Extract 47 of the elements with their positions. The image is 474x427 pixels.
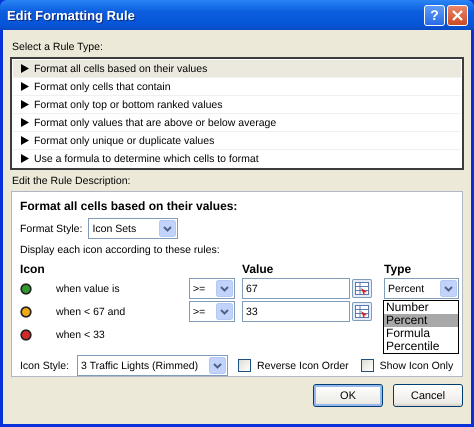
- close-button[interactable]: [447, 4, 468, 26]
- column-header: Type: [384, 261, 412, 276]
- condition-text: when < 33: [56, 328, 105, 340]
- checkbox-square[interactable]: [360, 359, 374, 372]
- value-field[interactable]: 33: [242, 301, 350, 322]
- range-picker-button[interactable]: [352, 279, 372, 298]
- column-header: Value: [242, 261, 274, 276]
- value-field[interactable]: 67: [242, 278, 350, 299]
- rule-type-item[interactable]: Format only unique or duplicate values: [13, 132, 461, 150]
- dropdown-option[interactable]: Percent: [384, 314, 458, 327]
- rule-type-item[interactable]: Format all cells based on their values: [13, 60, 461, 78]
- section-label: Edit the Rule Description:: [12, 175, 132, 187]
- panel-heading: Format all cells based on their values:: [20, 199, 238, 213]
- range-picker-button[interactable]: [352, 302, 372, 321]
- dialog-button[interactable]: OK: [313, 384, 383, 407]
- rule-type-item[interactable]: Format only top or bottom ranked values: [13, 96, 461, 114]
- field-label: Format Style:: [20, 222, 82, 234]
- chevron-icon[interactable]: [216, 303, 233, 320]
- instruction-text: Display each icon according to these rules:: [20, 244, 221, 256]
- dropdown-option[interactable]: Formula: [384, 327, 458, 340]
- chevron-icon[interactable]: [159, 220, 176, 237]
- checkbox-square[interactable]: [238, 359, 252, 372]
- rule-type-item[interactable]: Format only cells that contain: [13, 78, 461, 96]
- dropdown-option[interactable]: Number: [384, 301, 458, 314]
- icon-style-dropdown[interactable]: 3 Traffic Lights (Rimmed): [77, 355, 228, 376]
- column-header: Icon: [20, 261, 46, 276]
- range-picker-icon: [355, 282, 369, 295]
- dialog-button[interactable]: Cancel: [393, 384, 463, 407]
- rule-type-item[interactable]: Use a formula to determine which cells to format: [13, 150, 461, 167]
- condition-text: when value is: [56, 282, 120, 294]
- close-icon: [452, 10, 463, 20]
- window-title: Edit Formatting Rule: [7, 8, 136, 22]
- operator-dropdown[interactable]: >=: [189, 301, 235, 322]
- checkbox[interactable]: Show Icon Only: [360, 359, 454, 372]
- range-picker-icon: [355, 305, 369, 318]
- condition-text: when < 67 and: [56, 306, 126, 318]
- section-label: Select a Rule Type:: [12, 41, 104, 53]
- dropdown-option[interactable]: Percentile: [384, 340, 458, 353]
- rule-type-item[interactable]: Format only values that are above or below average: [13, 114, 461, 132]
- checkbox[interactable]: Reverse Icon Order: [238, 359, 349, 372]
- field-label: Icon Style:: [20, 360, 70, 372]
- type-dropdown[interactable]: Percent: [384, 278, 459, 299]
- chevron-icon[interactable]: [209, 357, 226, 374]
- chevron-icon[interactable]: [216, 280, 233, 297]
- chevron-icon[interactable]: [440, 280, 457, 297]
- format-style-dropdown[interactable]: Icon Sets: [88, 218, 178, 239]
- operator-dropdown[interactable]: >=: [189, 278, 235, 299]
